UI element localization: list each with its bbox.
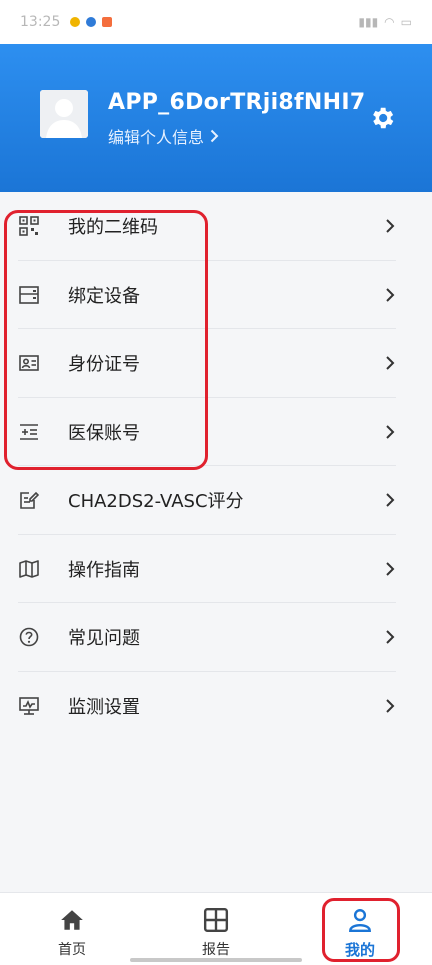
menu-item-monitor-settings[interactable]: 监测设置: [0, 672, 432, 741]
chevron-right-icon: [386, 219, 395, 233]
signal-icon: ▮▮▮: [358, 15, 379, 29]
map-guide-icon: [18, 558, 40, 580]
tab-report[interactable]: 报告: [166, 893, 266, 965]
home-indicator[interactable]: [130, 958, 302, 962]
chevron-right-icon: [386, 425, 395, 439]
chevron-right-icon: [386, 562, 395, 576]
settings-gear-icon[interactable]: [368, 104, 396, 132]
notification-icon: [70, 17, 81, 27]
chevron-right-icon: [386, 699, 395, 713]
app-notification-icon: [86, 17, 97, 27]
menu-item-cha2ds2-vasc[interactable]: CHA2DS2-VASC评分: [0, 466, 432, 535]
question-icon: [18, 626, 40, 648]
tab-home[interactable]: 首页: [22, 893, 122, 965]
menu-item-label: 常见问题: [68, 628, 140, 650]
menu-item-label: 监测设置: [68, 696, 140, 718]
avatar[interactable]: [40, 90, 88, 138]
chevron-right-icon: [210, 129, 219, 143]
chevron-right-icon: [386, 356, 395, 370]
highlight-box: [4, 210, 208, 470]
menu-item-label: CHA2DS2-VASC评分: [68, 491, 244, 513]
highlight-box: [322, 898, 400, 962]
tab-label: 首页: [58, 942, 86, 958]
app-badge-icon: [102, 17, 113, 27]
monitor-icon: [18, 695, 40, 717]
edit-profile-label: 编辑个人信息: [108, 128, 205, 147]
chevron-right-icon: [386, 288, 395, 302]
battery-icon: ▭: [400, 15, 412, 29]
wifi-icon: ◠: [384, 15, 395, 29]
score-edit-icon: [18, 489, 40, 511]
edit-profile-link[interactable]: 编辑个人信息: [108, 124, 219, 148]
username: APP_6DorTRji8fNHI7: [108, 90, 366, 115]
menu-item-guide[interactable]: 操作指南: [0, 535, 432, 603]
avatar-placeholder-icon: [40, 90, 88, 138]
menu-item-faq[interactable]: 常见问题: [0, 603, 432, 672]
grid-icon: [203, 907, 229, 933]
status-time: 13:25: [20, 14, 61, 30]
chevron-right-icon: [386, 630, 395, 644]
status-bar: 13:25 ▮▮▮ ◠ ▭: [0, 0, 432, 44]
chevron-right-icon: [386, 493, 395, 507]
menu-item-label: 操作指南: [68, 559, 140, 581]
home-icon: [61, 910, 83, 930]
tab-label: 报告: [202, 942, 230, 958]
profile-header: APP_6DorTRji8fNHI7 编辑个人信息: [0, 44, 432, 192]
